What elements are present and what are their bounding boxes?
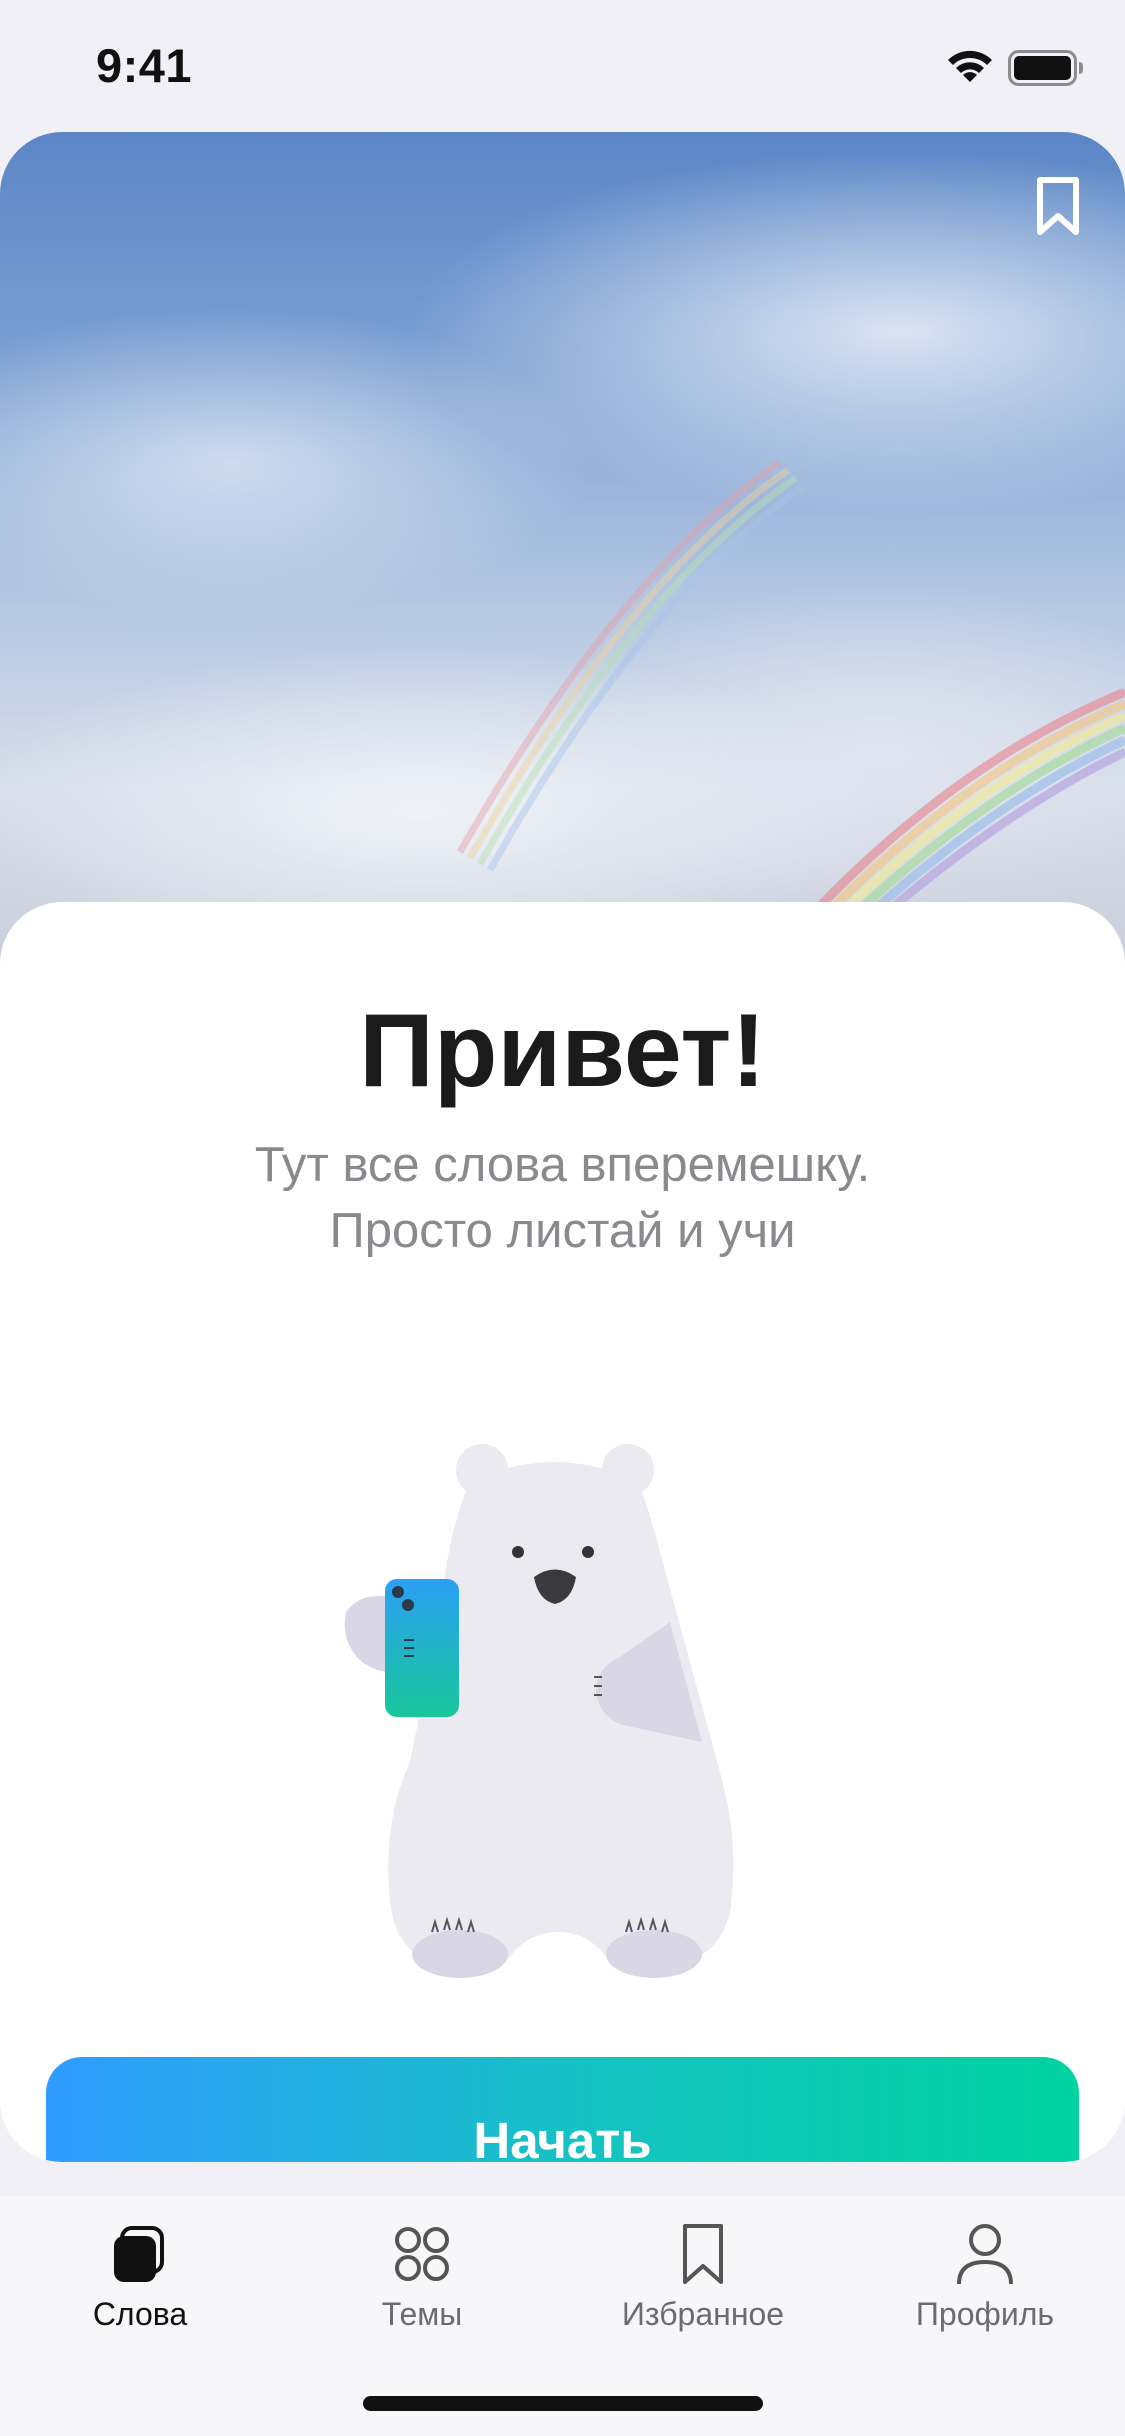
bookmark-icon [683,2224,723,2284]
grid-circles-icon [395,2227,449,2281]
start-button[interactable]: Начать [46,2057,1079,2162]
tab-topics[interactable]: Темы [282,2222,562,2372]
word-card: Привет! Тут все слова вперемешку. Просто… [0,132,1125,2162]
subtitle-line-2: Просто листай и учи [329,1204,796,1258]
rainbow [456,459,1125,972]
bookmark-icon[interactable] [1034,176,1082,238]
tab-words-label: Слова [92,2296,188,2332]
status-bar: 9:41 [0,0,1125,132]
cards-icon [114,2226,164,2282]
greeting-title: Привет! [359,993,766,1109]
polar-bear-illustration [344,1444,734,1978]
tab-favorites-label: Избранное [621,2296,785,2332]
greeting-sheet: Привет! Тут все слова вперемешку. Просто… [0,902,1125,2162]
battery-icon [1008,50,1083,86]
tab-words[interactable]: Слова [0,2222,280,2372]
screen: 9:41 Привет! Тут все слова вперемешку. П… [0,0,1125,2436]
tab-profile-label: Профиль [915,2296,1055,2332]
home-indicator [363,2396,763,2411]
status-time: 9:41 [96,39,193,92]
greeting-subtitle: Тут все слова вперемешку. Просто листай … [0,1132,1125,1264]
tab-topics-label: Темы [381,2296,463,2332]
tab-favorites[interactable]: Избранное [563,2222,843,2372]
person-icon [957,2224,1013,2285]
tab-profile[interactable]: Профиль [845,2222,1125,2372]
subtitle-line-1: Тут все слова вперемешку. [254,1138,871,1192]
wifi-icon [948,50,992,82]
